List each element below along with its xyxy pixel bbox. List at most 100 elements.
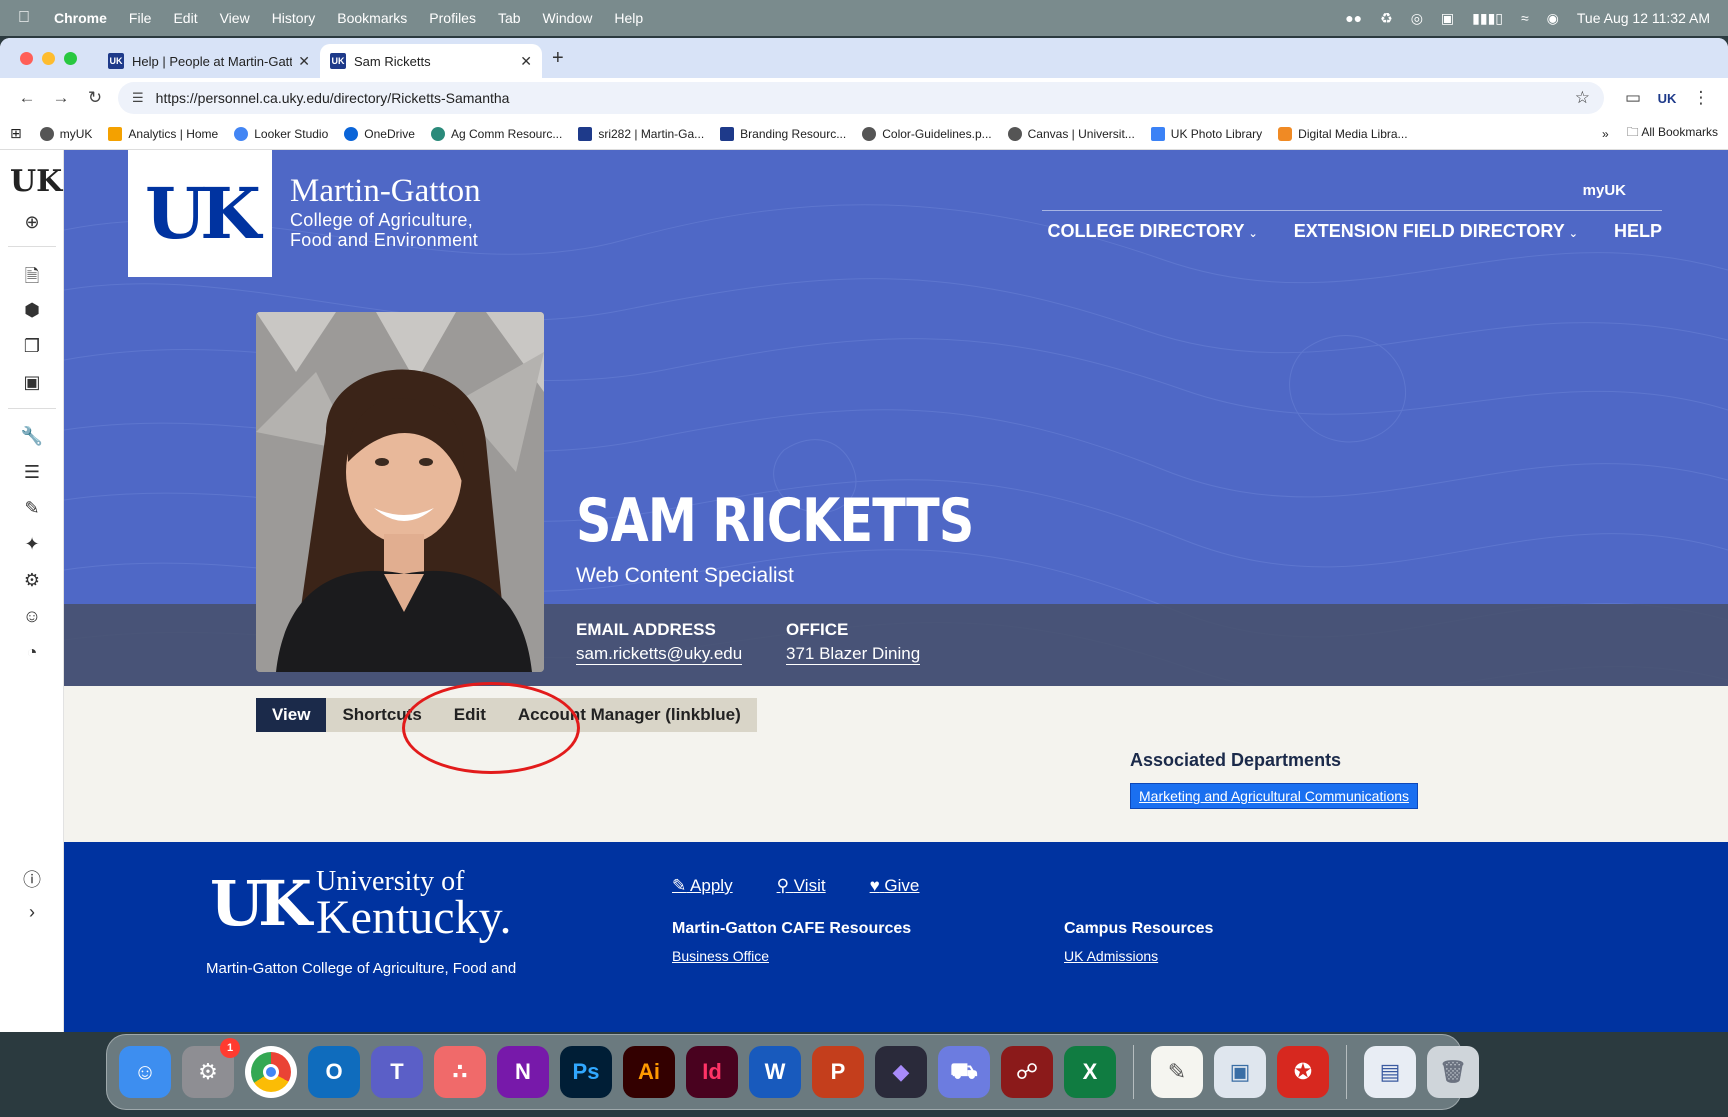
- college-logo[interactable]: UK: [128, 150, 272, 277]
- menu-view[interactable]: View: [220, 10, 250, 26]
- bookmark-color-guidelines[interactable]: Color-Guidelines.p...: [862, 126, 992, 141]
- powerpoint-icon[interactable]: P: [812, 1046, 864, 1098]
- people-icon[interactable]: ☺: [0, 606, 64, 627]
- word-icon[interactable]: W: [749, 1046, 801, 1098]
- college-brand[interactable]: Martin-Gatton College of Agriculture, Fo…: [290, 172, 481, 250]
- menu-help[interactable]: Help: [614, 10, 643, 26]
- expand-chevron-icon[interactable]: ›: [0, 902, 64, 923]
- tray-screen-icon[interactable]: ▣: [1441, 10, 1454, 27]
- bookmark-myuk[interactable]: myUK: [39, 126, 92, 141]
- kebab-menu-icon[interactable]: ⋮: [1684, 88, 1718, 108]
- bookmark-analytics[interactable]: Analytics | Home: [108, 126, 218, 141]
- bookmark-canvas[interactable]: Canvas | Universit...: [1007, 126, 1135, 141]
- textedit-icon[interactable]: ✎: [1151, 1046, 1203, 1098]
- browser-tab-help[interactable]: UK Help | People at Martin-Gatto ✕: [98, 44, 320, 78]
- content-page-icon[interactable]: 🗎: [0, 264, 64, 294]
- filezilla-icon[interactable]: ☍: [1001, 1046, 1053, 1098]
- close-window-button[interactable]: [20, 52, 33, 65]
- myuk-link[interactable]: myUK: [1583, 182, 1626, 199]
- nav-extension-field-directory[interactable]: EXTENSION FIELD DIRECTORY ⌄: [1294, 221, 1578, 242]
- nav-college-directory[interactable]: COLLEGE DIRECTORY ⌄: [1048, 221, 1258, 242]
- indesign-icon[interactable]: Id: [686, 1046, 738, 1098]
- department-link[interactable]: Marketing and Agricultural Communication…: [1130, 783, 1419, 809]
- excel-icon[interactable]: X: [1064, 1046, 1116, 1098]
- finder-icon[interactable]: ☺: [119, 1046, 171, 1098]
- bookmark-digital-media[interactable]: Digital Media Libra...: [1278, 126, 1408, 141]
- help-circle-icon[interactable]: ⓘ: [0, 866, 64, 892]
- photoshop-icon[interactable]: Ps: [560, 1046, 612, 1098]
- layers-icon[interactable]: ☰: [0, 462, 64, 483]
- menu-edit[interactable]: Edit: [173, 10, 197, 26]
- all-bookmarks-button[interactable]: 🗀 All Bookmarks: [1627, 123, 1718, 144]
- bookmark-looker[interactable]: Looker Studio: [234, 126, 328, 141]
- reload-icon[interactable]: ↻: [78, 88, 112, 108]
- uk-logo-icon[interactable]: UK: [10, 164, 62, 200]
- close-tab-icon[interactable]: ✕: [520, 53, 532, 70]
- bookmark-branding[interactable]: Branding Resourc...: [720, 126, 846, 141]
- bookmark-photo-library[interactable]: UK Photo Library: [1150, 126, 1262, 141]
- uk-footer-logo[interactable]: UK University of Kentucky.: [210, 868, 511, 942]
- menu-app-chrome[interactable]: Chrome: [54, 10, 107, 26]
- add-content-icon[interactable]: ⊕: [0, 212, 64, 233]
- tray-sync-icon[interactable]: ♻: [1380, 10, 1393, 27]
- footer-visit-link[interactable]: ⚲ Visit: [777, 876, 826, 896]
- more-bookmarks-icon[interactable]: »: [1602, 127, 1609, 141]
- bookmark-agcomm[interactable]: Ag Comm Resourc...: [430, 126, 562, 141]
- url-input[interactable]: [155, 90, 1575, 106]
- trash-icon[interactable]: 🗑: [1427, 1046, 1479, 1098]
- footer-admissions-link[interactable]: UK Admissions: [1064, 948, 1158, 964]
- wifi-icon[interactable]: ≈: [1521, 10, 1529, 26]
- tab-view[interactable]: View: [256, 698, 327, 732]
- cast-icon[interactable]: ▭: [1616, 88, 1650, 108]
- office-link[interactable]: 371 Blazer Dining: [786, 644, 921, 665]
- acrobat-icon[interactable]: ✪: [1277, 1046, 1329, 1098]
- address-bar[interactable]: ☰ ☆: [118, 82, 1604, 114]
- menu-bookmarks[interactable]: Bookmarks: [337, 10, 407, 26]
- transmit-icon[interactable]: ⛟: [938, 1046, 990, 1098]
- apps-grid-icon[interactable]: ⊞: [10, 125, 22, 142]
- bookmark-onedrive[interactable]: OneDrive: [344, 126, 415, 141]
- footer-give-link[interactable]: ♥ Give: [870, 876, 920, 896]
- chrome-icon[interactable]: [245, 1046, 297, 1098]
- back-arrow-icon[interactable]: ←: [10, 88, 44, 108]
- apple-menu-icon[interactable]: : [18, 9, 46, 27]
- menubar-clock[interactable]: Tue Aug 12 11:32 AM: [1577, 10, 1710, 26]
- forward-arrow-icon[interactable]: →: [44, 88, 78, 108]
- bookmark-star-icon[interactable]: ☆: [1575, 88, 1590, 108]
- documents-icon[interactable]: ❐: [0, 336, 64, 357]
- browser-tab-sam-ricketts[interactable]: UK Sam Ricketts ✕: [320, 44, 542, 78]
- footer-business-office-link[interactable]: Business Office: [672, 948, 769, 964]
- gear-icon[interactable]: ⚙: [0, 570, 64, 591]
- system-settings-icon[interactable]: ⚙ 1: [182, 1038, 240, 1098]
- new-tab-icon[interactable]: +: [552, 47, 564, 70]
- menu-file[interactable]: File: [129, 10, 152, 26]
- extend-puzzle-icon[interactable]: ✦: [0, 534, 64, 555]
- bookmark-sri282[interactable]: sri282 | Martin-Ga...: [578, 126, 704, 141]
- obsidian-icon[interactable]: ◆: [875, 1046, 927, 1098]
- appearance-brush-icon[interactable]: ✎: [0, 498, 64, 519]
- close-tab-icon[interactable]: ✕: [298, 53, 310, 70]
- tray-globe-icon[interactable]: ◎: [1411, 10, 1423, 27]
- menu-profiles[interactable]: Profiles: [429, 10, 476, 26]
- outlook-icon[interactable]: O: [308, 1046, 360, 1098]
- battery-icon[interactable]: ▮▮▮▯: [1472, 10, 1503, 27]
- minimize-window-button[interactable]: [42, 52, 55, 65]
- wrench-icon[interactable]: 🔧: [0, 426, 64, 447]
- asana-icon[interactable]: ∴: [434, 1046, 486, 1098]
- illustrator-icon[interactable]: Ai: [623, 1046, 675, 1098]
- tray-app-icon[interactable]: ●●: [1345, 10, 1362, 26]
- menu-window[interactable]: Window: [543, 10, 593, 26]
- teams-icon[interactable]: T: [371, 1046, 423, 1098]
- nav-help[interactable]: HELP: [1614, 221, 1662, 242]
- media-image-icon[interactable]: ▣: [0, 372, 64, 393]
- menu-tab[interactable]: Tab: [498, 10, 521, 26]
- footer-apply-link[interactable]: ✎ Apply: [672, 876, 733, 896]
- downloads-stack-icon[interactable]: ▤: [1364, 1046, 1416, 1098]
- reports-pie-icon[interactable]: ◔: [0, 642, 64, 663]
- email-link[interactable]: sam.ricketts@uky.edu: [576, 644, 743, 665]
- structure-cube-icon[interactable]: ⬢: [0, 300, 64, 321]
- site-info-icon[interactable]: ☰: [132, 90, 144, 106]
- onenote-icon[interactable]: N: [497, 1046, 549, 1098]
- zoom-window-button[interactable]: [64, 52, 77, 65]
- extension-uk-icon[interactable]: UK: [1650, 91, 1684, 106]
